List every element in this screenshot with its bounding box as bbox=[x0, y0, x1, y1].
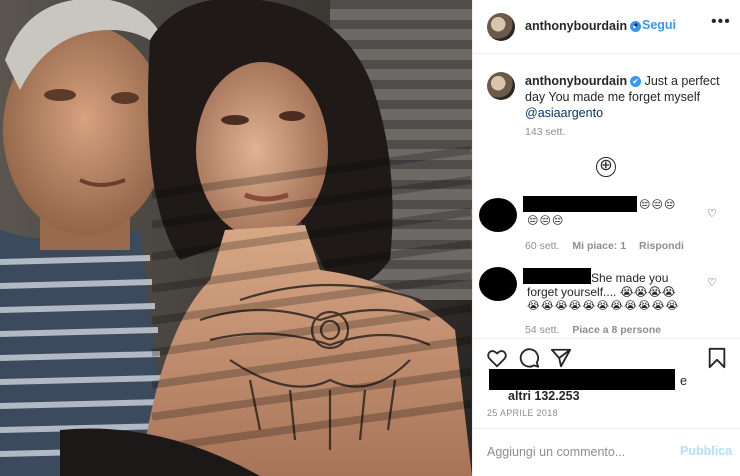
comment-avatar-redacted[interactable] bbox=[479, 198, 517, 232]
publish-button[interactable]: Pubblica bbox=[680, 444, 732, 458]
like-comment-heart-icon[interactable]: ♡ bbox=[707, 207, 717, 220]
follow-button[interactable]: Segui bbox=[642, 18, 676, 32]
caption-avatar[interactable] bbox=[487, 72, 515, 100]
comment-text: She made you bbox=[591, 271, 669, 285]
bookmark-icon[interactable] bbox=[706, 347, 728, 369]
post-sidebar: anthonybourdain ✔ • Segui ••• anthonybour… bbox=[472, 0, 740, 476]
comment-text: 😭😭😭😭😭😭😭😭😭😭😭 bbox=[527, 300, 680, 312]
verified-badge-icon: ✔ bbox=[630, 76, 642, 87]
caption-mention-link[interactable]: @asiaargento bbox=[525, 106, 603, 120]
load-more-comments-icon[interactable]: ⊕ bbox=[596, 157, 616, 177]
author-username-text[interactable]: anthonybourdain bbox=[525, 19, 627, 33]
comment-icon[interactable] bbox=[518, 347, 540, 369]
author-avatar[interactable] bbox=[487, 13, 515, 41]
comment-username-redacted bbox=[523, 196, 637, 212]
post-header: anthonybourdain ✔ • Segui ••• bbox=[473, 0, 740, 54]
comment-time: 60 sett. bbox=[525, 240, 560, 252]
separator-dot: • bbox=[634, 18, 639, 32]
like-comment-heart-icon[interactable]: ♡ bbox=[707, 276, 717, 289]
comment-meta: 60 sett. Mi piace: 1 Rispondi bbox=[525, 240, 694, 252]
likes-names-redacted bbox=[489, 369, 675, 390]
comment-avatar-redacted[interactable] bbox=[479, 267, 517, 301]
add-comment-bar: Pubblica bbox=[473, 428, 740, 476]
comment-time: 54 sett. bbox=[525, 324, 560, 336]
likes-conjunction: e bbox=[680, 374, 687, 388]
comment-username-redacted bbox=[523, 268, 591, 284]
selfie-image bbox=[0, 0, 472, 476]
likes-count-link[interactable]: altri 132.253 bbox=[508, 389, 580, 403]
heart-icon[interactable] bbox=[486, 347, 508, 369]
caption-time: 143 sett. bbox=[525, 126, 566, 138]
comment-input[interactable] bbox=[487, 443, 667, 461]
share-icon[interactable] bbox=[550, 347, 572, 369]
post-date: 25 APRILE 2018 bbox=[487, 408, 558, 418]
caption-username[interactable]: anthonybourdain bbox=[525, 74, 627, 88]
more-options-icon[interactable]: ••• bbox=[711, 13, 731, 31]
comment-text: forget yourself.... 😭😭😭😭 bbox=[527, 285, 676, 299]
post-photo[interactable] bbox=[0, 0, 472, 476]
post-caption: anthonybourdain ✔ Just a perfect day You … bbox=[525, 73, 733, 121]
comment-text: 😔😔😔 bbox=[639, 199, 677, 211]
comment-likes-link[interactable]: Piace a 8 persone bbox=[572, 324, 661, 336]
author-username[interactable]: anthonybourdain ✔ bbox=[525, 19, 642, 33]
comment-meta: 54 sett. Piace a 8 persone bbox=[525, 324, 671, 336]
reply-button[interactable]: Rispondi bbox=[639, 240, 684, 252]
comment-likes-link[interactable]: Mi piace: 1 bbox=[572, 240, 626, 252]
comment-text: 😔😔😔 bbox=[527, 215, 565, 227]
